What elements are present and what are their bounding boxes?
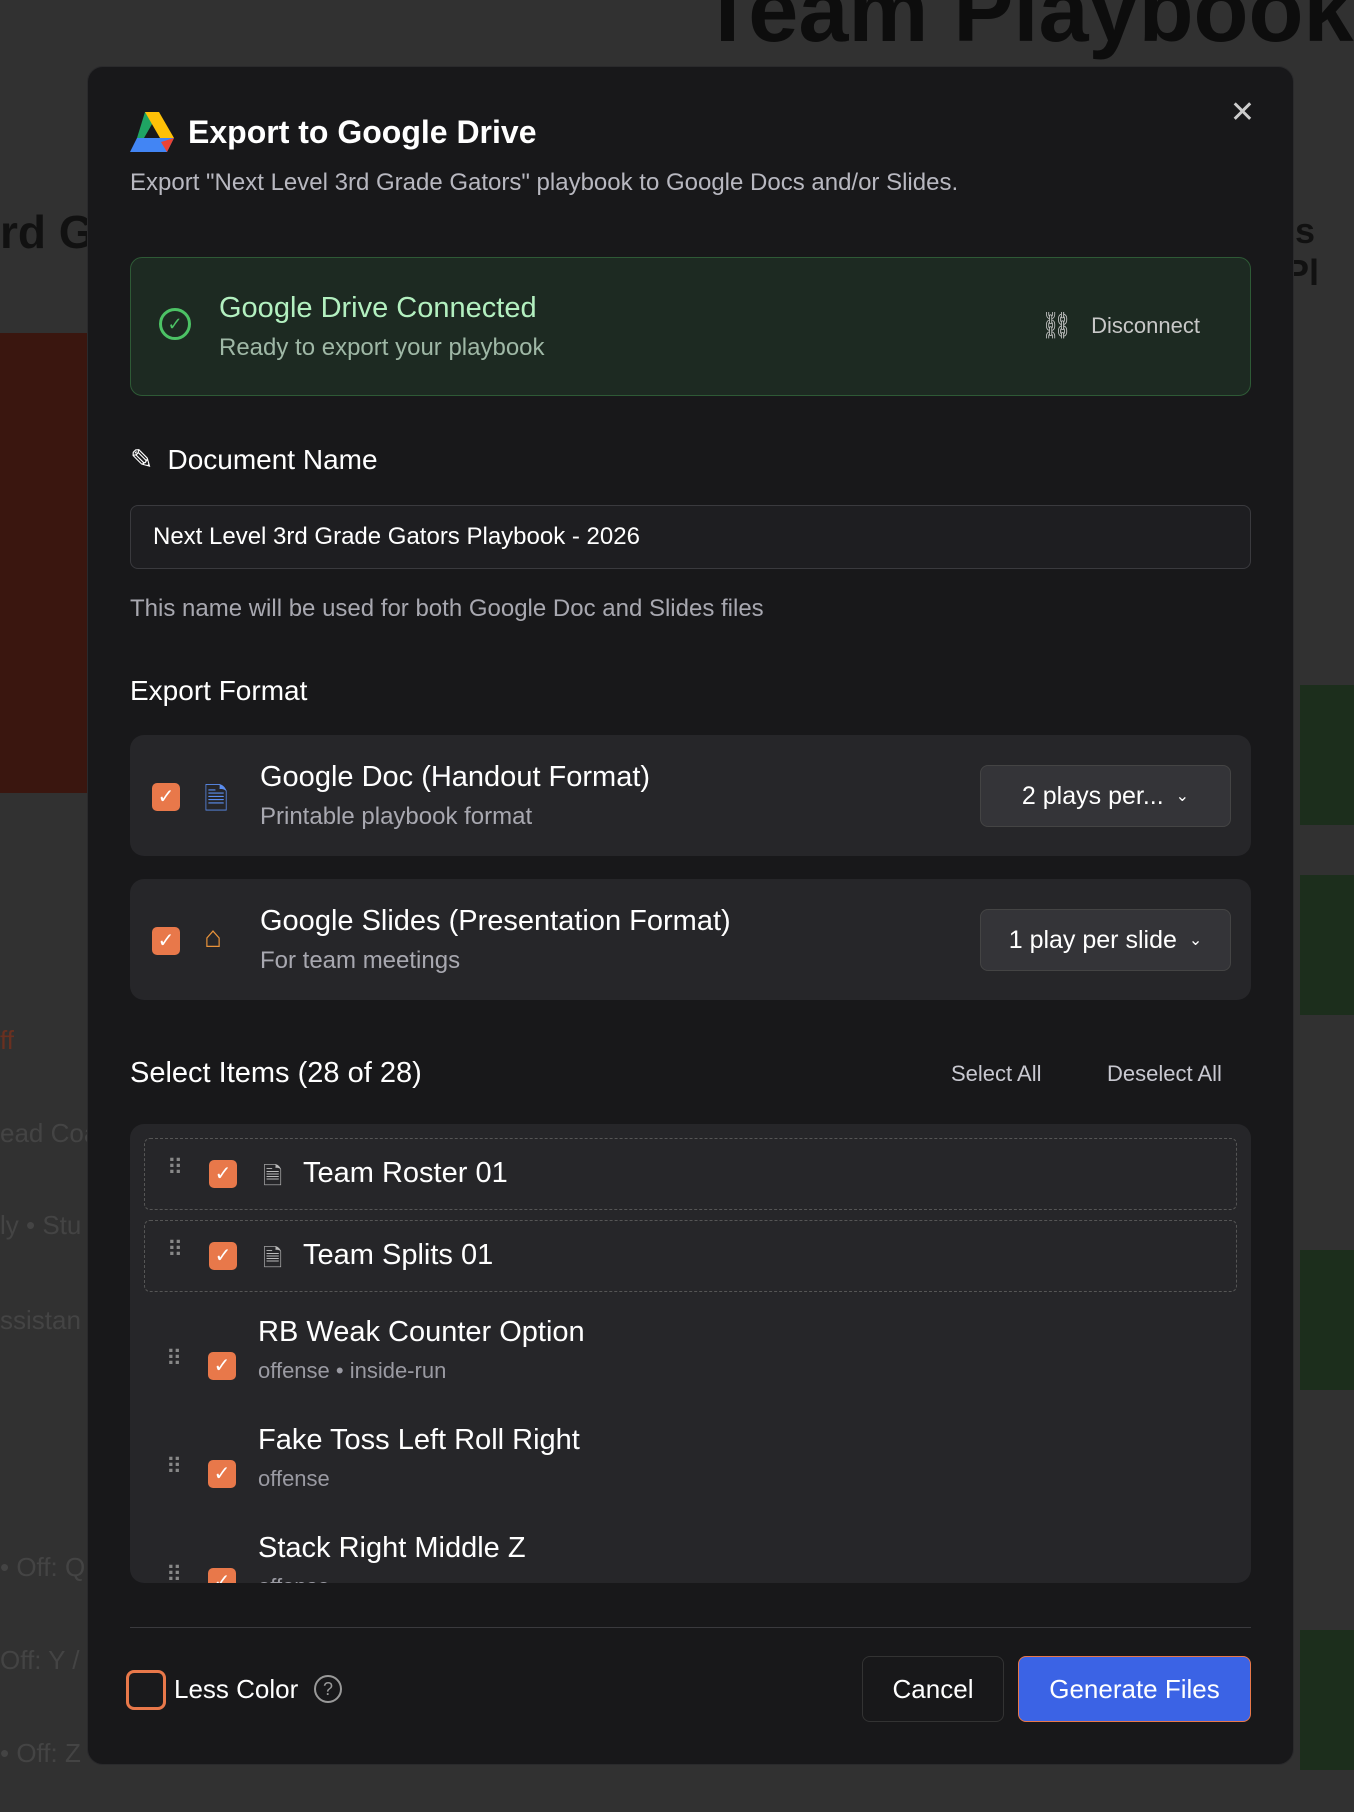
- drag-handle-icon[interactable]: ⠿: [166, 1456, 182, 1478]
- check-circle-icon: ✓: [159, 308, 191, 340]
- item-checkbox[interactable]: ✓: [208, 1460, 236, 1488]
- background-fragment: • Off: Z: [0, 1738, 81, 1768]
- document-name-help: This name will be used for both Google D…: [130, 595, 764, 622]
- google-doc-checkbox[interactable]: ✓: [152, 783, 180, 811]
- footer-divider: [130, 1627, 1251, 1628]
- format-title: Google Doc (Handout Format): [260, 761, 651, 793]
- background-fragment: ly • Stu: [0, 1210, 82, 1240]
- dialog-title: Export to Google Drive: [130, 112, 536, 152]
- export-dialog: Export to Google Drive ✕ Export "Next Le…: [87, 66, 1294, 1765]
- item-title: Fake Toss Left Roll Right: [258, 1424, 580, 1456]
- select-all-button[interactable]: Select All: [951, 1061, 1042, 1087]
- disconnect-label: Disconnect: [1091, 312, 1200, 338]
- background-fragment: is Pl: [1285, 210, 1320, 293]
- format-subtitle: Printable playbook format: [260, 803, 533, 830]
- select-items-heading: Select Items (28 of 28): [130, 1057, 422, 1089]
- drag-handle-icon[interactable]: ⠿: [166, 1564, 182, 1584]
- help-circle-icon[interactable]: ?: [314, 1675, 342, 1703]
- deselect-all-button[interactable]: Deselect All: [1107, 1061, 1222, 1087]
- item-tags: offense: [258, 1466, 330, 1491]
- list-item[interactable]: ⠿ ✓ 🗎 Team Roster 01: [144, 1138, 1237, 1210]
- document-icon: 🗎: [204, 783, 229, 816]
- format-option-google-doc: ✓ 🗎 Google Doc (Handout Format) Printabl…: [130, 735, 1251, 856]
- dialog-title-text: Export to Google Drive: [188, 113, 537, 150]
- document-name-label: ✎ Document Name: [130, 443, 378, 476]
- list-item[interactable]: ⠿ ✓ 🗎 Team Splits 01: [144, 1220, 1237, 1292]
- connection-subtitle: Ready to export your playbook: [219, 334, 545, 361]
- doc-layout-value: 2 plays per...: [1021, 781, 1164, 810]
- background-page-title: Team Playbook: [700, 0, 1354, 61]
- slides-layout-select[interactable]: 1 play per slide ⌄: [980, 909, 1231, 971]
- background-play-thumb: [1300, 875, 1354, 1015]
- connection-title: Google Drive Connected: [219, 292, 537, 324]
- google-drive-icon: [130, 112, 174, 152]
- background-fragment: ff: [0, 1025, 14, 1055]
- background-fragment: ead Coa: [0, 1118, 99, 1148]
- item-title: Team Splits 01: [303, 1239, 494, 1271]
- drag-handle-icon[interactable]: ⠿: [167, 1157, 183, 1179]
- background-play-thumb: [1300, 1630, 1354, 1770]
- close-icon[interactable]: ✕: [1230, 95, 1255, 130]
- unlink-icon: ⛓: [1040, 310, 1074, 340]
- generate-files-button[interactable]: Generate Files: [1018, 1656, 1251, 1722]
- presentation-icon: ⌂: [204, 921, 223, 954]
- document-icon: 🗎: [263, 1163, 283, 1190]
- item-tags: offense • inside-run: [258, 1358, 447, 1383]
- disconnect-button[interactable]: ⛓ Disconnect: [1040, 310, 1200, 341]
- item-title: Team Roster 01: [303, 1157, 508, 1189]
- chevron-down-icon: ⌄: [1175, 788, 1190, 805]
- doc-layout-select[interactable]: 2 plays per... ⌄: [980, 765, 1231, 827]
- google-slides-checkbox[interactable]: ✓: [152, 927, 180, 955]
- drag-handle-icon[interactable]: ⠿: [167, 1239, 183, 1261]
- drag-handle-icon[interactable]: ⠿: [166, 1348, 182, 1370]
- format-subtitle: For team meetings: [260, 947, 461, 974]
- list-item[interactable]: ⠿ ✓ Fake Toss Left Roll Right offense: [144, 1424, 1237, 1524]
- document-name-label-text: Document Name: [167, 443, 378, 475]
- item-checkbox[interactable]: ✓: [208, 1352, 236, 1380]
- document-icon: 🗎: [263, 1245, 283, 1272]
- item-tags: offense: [258, 1574, 330, 1583]
- item-title: RB Weak Counter Option: [258, 1316, 585, 1348]
- slides-layout-value: 1 play per slide: [1008, 925, 1177, 954]
- format-option-google-slides: ✓ ⌂ Google Slides (Presentation Format) …: [130, 879, 1251, 1000]
- background-fragment: ssistan: [0, 1305, 81, 1335]
- dialog-subtitle: Export "Next Level 3rd Grade Gators" pla…: [130, 169, 959, 196]
- item-checkbox[interactable]: ✓: [208, 1568, 236, 1583]
- item-title: Stack Right Middle Z: [258, 1532, 526, 1564]
- export-format-label: Export Format: [130, 675, 308, 706]
- background-fragment: • Off: Q: [0, 1552, 86, 1582]
- list-item[interactable]: ⠿ ✓ RB Weak Counter Option offense • ins…: [144, 1316, 1237, 1416]
- background-play-thumb: [1300, 685, 1354, 825]
- cancel-button[interactable]: Cancel: [862, 1656, 1004, 1722]
- connection-status-panel: ✓ Google Drive Connected Ready to export…: [130, 257, 1251, 396]
- list-item[interactable]: ⠿ ✓ Stack Right Middle Z offense: [144, 1532, 1237, 1583]
- items-list[interactable]: ⠿ ✓ 🗎 Team Roster 01 ⠿ ✓ 🗎 Team Splits 0…: [130, 1124, 1251, 1583]
- item-checkbox[interactable]: ✓: [209, 1160, 237, 1188]
- chevron-down-icon: ⌄: [1188, 932, 1203, 949]
- document-name-input[interactable]: [130, 505, 1251, 569]
- pencil-icon: ✎: [130, 444, 154, 475]
- format-title: Google Slides (Presentation Format): [260, 905, 731, 937]
- background-image: [0, 333, 90, 793]
- background-play-thumb: [1300, 1250, 1354, 1390]
- item-checkbox[interactable]: ✓: [209, 1242, 237, 1270]
- less-color-label: Less Color: [174, 1674, 299, 1704]
- less-color-checkbox[interactable]: [126, 1670, 166, 1710]
